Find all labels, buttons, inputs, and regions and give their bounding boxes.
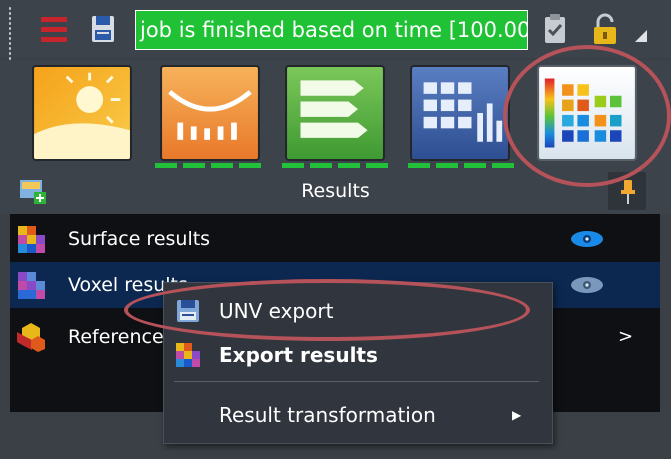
menu-item-export-results[interactable]: Export results [164,333,552,377]
tree-item-label: References [68,326,174,348]
floppy-disk-icon[interactable] [83,10,123,48]
menu-item-label: UNV export [219,299,334,323]
menu-separator [174,381,539,382]
tree-item-label: Surface results [68,228,211,250]
results-panel-title: Results [301,180,370,202]
tree-item-surface-results[interactable]: Surface results [10,216,660,262]
eye-icon[interactable] [570,230,604,248]
hamburger-menu-icon[interactable] [34,10,74,48]
reference-cubes-icon [16,322,46,352]
sun-icon [34,67,130,159]
surface-measurement-tile[interactable] [160,65,260,161]
top-toolbar: job is finished based on time [100.00 %] [0,0,671,166]
padlock-icon[interactable] [585,10,625,48]
voxel-cubes-icon [16,270,46,300]
module-tiles [0,60,671,170]
results-tile[interactable] [537,65,637,161]
export-cubes-icon [174,341,202,369]
menu-item-unv-export[interactable]: UNV export [164,289,552,333]
stacked-layers-icon [287,67,383,159]
sun-radiation-tile[interactable] [32,65,132,161]
submenu-arrow-icon: ▶ [512,408,522,422]
voxel-cubes-icon [16,224,46,254]
status-text: job is finished based on time [100.00 %] [140,18,528,42]
pushpin-icon[interactable] [608,172,646,210]
grid-settings-tile[interactable] [410,65,510,161]
job-status-bar: job is finished based on time [100.00 %] [135,10,528,50]
menu-item-label: Result transformation [219,403,436,427]
context-menu: UNV export Export results Result transfo… [163,282,553,444]
menu-item-label: Export results [219,343,378,367]
unv-export-icon [174,297,202,325]
add-result-icon[interactable] [18,176,48,206]
eye-icon[interactable] [570,276,604,294]
toolbar-expand-icon[interactable] [635,30,647,42]
results-panel-header: Results [0,168,671,214]
expand-arrow[interactable]: > [618,314,633,360]
grid-bars-icon [412,67,508,159]
clipboard-check-icon[interactable] [535,10,575,48]
curved-surface-icon [162,67,258,159]
menu-item-result-transformation[interactable]: Result transformation ▶ [164,393,552,437]
layer-list-tile[interactable] [285,65,385,161]
color-grid-icon [539,67,635,159]
